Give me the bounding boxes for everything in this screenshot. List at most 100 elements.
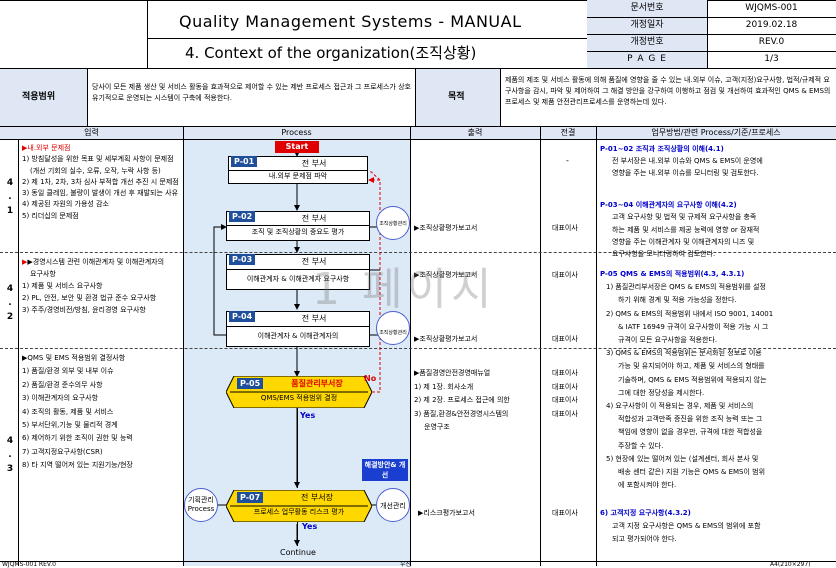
- resp-first: -: [566, 156, 569, 165]
- circle-org-context-1[interactable]: 조직상황관리: [376, 206, 410, 240]
- output-item: ▶품질경영안전경영매뉴얼: [414, 369, 491, 377]
- method-line: 에 포함시켜야 한다.: [618, 481, 677, 490]
- meta-value-rev-no: REV.0: [758, 37, 785, 47]
- method-line: 하기 위해 경계 및 적용 가능성을 정한다.: [618, 296, 737, 305]
- method-block-2: P-03~04 이해관계자의 요구사항 이해(4.2) 고객 요구사항 및 법적…: [600, 199, 834, 260]
- meta-value-rev-date: 2019.02.18: [745, 20, 798, 30]
- resp-item: 대표이사: [552, 335, 578, 343]
- method-line: 고객 요구사항 및 법적 및 규제적 요구사항을 충족: [612, 213, 757, 222]
- flow-continue: Continue: [280, 548, 316, 557]
- decision-id: P-05: [237, 378, 264, 389]
- method-line: 전 부서장은 내.외부 이슈와 QMS & EMS이 운영에: [612, 157, 763, 165]
- method-line: 가능 및 유지되어야 하고, 제품 및 서비스의 형태를: [618, 362, 765, 371]
- method-head: 6) 고객지정 요구사항(4.3.2): [600, 509, 691, 517]
- input-item: 2) 제 1차, 2차, 3차 심사 부적합 개선 추진 시 문제점: [22, 177, 179, 186]
- method-line: 하는 제품 및 서비스를 제공 능력에 영향 or 잠재적: [612, 225, 760, 234]
- header-subtitle-box: 4. Context of the organization(조직상황): [147, 38, 587, 68]
- meta-label-rev-date: 개정일자: [630, 20, 664, 30]
- scope-text: 당사이 모든 제품 생산 및 서비스 활동을 효과적으로 제어할 수 있는 제반…: [92, 83, 411, 102]
- method-head: P-03~04 이해관계자의 요구사항 이해(4.2): [600, 201, 737, 209]
- resp-item: 대표이사: [552, 382, 578, 391]
- step-dept: 전 부서: [301, 214, 327, 223]
- method-line: 그에 대한 정당성을 제시한다.: [618, 388, 705, 397]
- footer-right: A4(210×297): [770, 561, 811, 568]
- method-line: 요구사항을 모니터링하여 검토한다.: [612, 250, 716, 259]
- section-num-4-3: 4.3: [6, 436, 14, 474]
- method-line: 기술하며, QMS & EMS 적용범위에 적용되지 않는: [618, 375, 767, 384]
- input-item: 3) 주주/경영비전/방침, 윤리경영 요구사항: [22, 306, 146, 314]
- meta-label-rev-no: 개정번호: [630, 37, 664, 47]
- resp-item: 대표이사: [552, 224, 578, 232]
- method-line: 주장할 수 있다.: [618, 441, 664, 450]
- step-name: 이해관계자 & 이해관계자의: [257, 332, 339, 340]
- circle-improvement[interactable]: 개선관리: [376, 488, 410, 522]
- footer-center: 우진: [400, 561, 412, 568]
- input-item: 4) 제공된 자원의 가용성 감소: [22, 200, 109, 209]
- method-head: P-01~02 조직과 조직상황의 이해(4.1): [600, 145, 724, 153]
- resp-item: 대표이사: [552, 396, 578, 404]
- flow-start: Start: [275, 141, 319, 153]
- document-subtitle: 4. Context of the organization(조직상황): [185, 44, 477, 62]
- input-item: ▶QMS 및 EMS 적용범위 결정사항: [22, 354, 126, 362]
- process-step-p04[interactable]: P-04 전 부서 이해관계자 & 이해관계자의: [226, 311, 370, 347]
- input-item: 7) 고객지정요구사항(CSR): [22, 447, 103, 456]
- input-item: 4) 조직의 활동, 제품 및 서비스: [22, 407, 114, 416]
- output-item: ▶조직상황평가보고서: [414, 335, 478, 343]
- step-name: 프로세스 업무활동 리스크 평가: [253, 508, 345, 516]
- input-item: 6) 제어하기 위한 조직이 권한 및 능력: [22, 434, 133, 443]
- col-resp: 전결: [560, 128, 576, 137]
- meta-value-page: 1/3: [764, 54, 779, 64]
- method-line: 3) QMS & EMS의 적용범위는 문서화된 정보로 이용: [606, 349, 762, 358]
- input-item: 8) 타 지역 떨어져 있는 지원기능/현장: [22, 461, 133, 470]
- method-line: 규격이 모든 요구사항을 적용한다.: [618, 336, 718, 345]
- circle-planning-process[interactable]: 기획관리 Process: [184, 488, 218, 522]
- step-dept: 전 부서: [301, 159, 327, 168]
- col-input: 입력: [84, 128, 99, 137]
- circle-org-context-2[interactable]: 조직상황관리: [376, 311, 410, 345]
- decision-no-label: No: [364, 374, 377, 383]
- column-header-row: 입력 Process 출력 전결 업무방법/관련 Process/기준/프로세스: [0, 127, 836, 139]
- input-item: 2) PL, 안전, 보안 및 환경 법규 준수 요구사항: [22, 294, 157, 302]
- step-id: P-07: [237, 492, 264, 503]
- decision-name: QMS/EMS 적용범위 결정: [260, 394, 338, 402]
- method-line: 되고 평가되어야 한다.: [612, 535, 677, 543]
- output-item: ▶리스크평가보고서: [418, 509, 475, 517]
- step-id: P-03: [229, 254, 256, 265]
- output-item: ▶조직상황평가보고서: [414, 224, 478, 232]
- step-id: P-01: [231, 156, 258, 167]
- output-item: 3) 품질,환경&안전경영시스템의: [414, 409, 509, 418]
- method-line: 고객 지정 요구사항은 QMS & EMS의 범위에 포함: [612, 522, 761, 530]
- step-dept: 전 부서: [301, 314, 327, 323]
- resp-item: 대표이사: [552, 509, 578, 517]
- process-step-p01[interactable]: P-01 전 부서 내.외부 문제점 파악: [228, 156, 368, 184]
- process-step-p02[interactable]: P-02 전 부서 조직 및 조직상황의 중요도 평가: [226, 211, 370, 241]
- circle-label: 조직상황관리: [379, 221, 407, 227]
- step-id: P-04: [229, 311, 256, 322]
- method-block-3: P-05 QMS & EMS의 적용범위(4.3, 4.3.1) 1) 품질관리…: [600, 268, 834, 492]
- resp-item: 대표이사: [552, 271, 578, 279]
- method-line: 2) QMS & EMS의 적용범위 내에서 ISO 9001, 14001: [606, 309, 774, 318]
- method-line: 5) 현장에 있는 떨어져 있는 (설계센터, 회사 본사 및: [606, 454, 759, 463]
- input-item: 3) 동일 클레임, 불량이 발생이 개선 후 재발되는 사유: [22, 189, 179, 198]
- method-line: & IATF 16949 규격이 요구사항이 적용 가능 시 그: [618, 322, 769, 331]
- section-num-4-1: 4.1: [6, 178, 14, 216]
- step-name: 조직 및 조직상황의 중요도 평가: [251, 228, 345, 236]
- purpose-text: 제품의 제조 및 서비스 활동에 의해 품질에 영향을 줄 수 있는 내.외부 …: [505, 76, 831, 106]
- input-item: 5) 리더십의 문제점: [22, 211, 79, 220]
- method-line: 4) 요구사항이 이 적용되는 경우, 제품 및 서비스의: [606, 402, 754, 411]
- output-item: 1) 제 1장. 회사소개: [414, 382, 474, 391]
- input-item: 3) 이해관계자의 요구사항: [22, 394, 99, 403]
- input-item: ▶▶경영시스템 관련 이해관계자 및 이해관계자의: [22, 258, 165, 266]
- input-item: ▶내.외부 문제점: [22, 144, 71, 152]
- input-item: (개선 기회의 실수, 오류, 오작, 누락 사항 등): [30, 166, 161, 175]
- col-output: 출력: [467, 128, 483, 137]
- method-line: 배송 센터 같은) 지원 기능은 QMS & EMS이 범위: [618, 468, 766, 477]
- input-item: 1) 제품 및 서비스 요구사항: [22, 282, 103, 290]
- input-item: 1) 방침달성을 위한 목표 및 세부계획 사항이 문제점: [22, 155, 174, 164]
- method-line: 영향을 주는 이해관계자 및 이해관계자의 니즈 및: [612, 237, 755, 246]
- circle-label: 조직상황관리: [379, 330, 407, 336]
- output-item: 운영구조: [424, 423, 450, 431]
- page-watermark: 1 페이지: [312, 264, 496, 315]
- callout-box: 해결방안& 개선: [362, 459, 408, 481]
- resp-item: 대표이사: [552, 369, 578, 377]
